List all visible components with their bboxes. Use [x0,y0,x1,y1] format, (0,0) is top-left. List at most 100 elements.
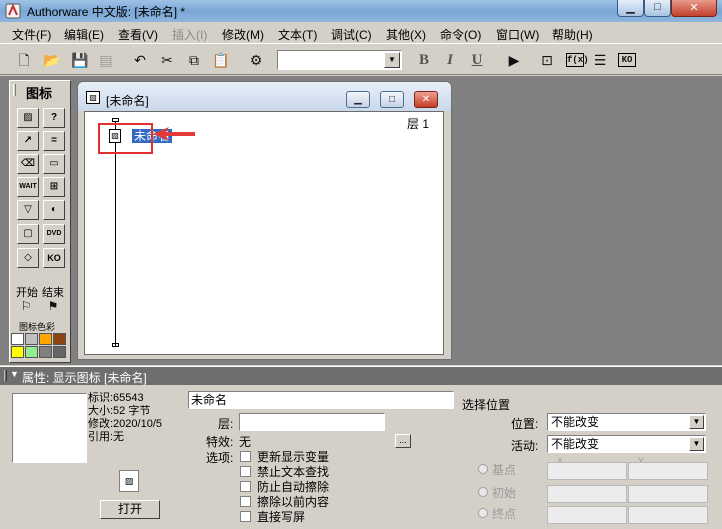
base-x-field[interactable] [547,462,627,480]
end-x-field[interactable] [547,506,627,524]
info-id: 标识:65543 [88,392,144,404]
decision-tool-icon[interactable]: ▽ [17,200,39,220]
flowline [115,122,116,346]
layer-field-label: 层: [218,417,234,431]
window-title: Authorware 中文版: [未命名] * [27,5,186,19]
menu-file[interactable]: 文件(F) [12,26,51,43]
end-flag-icon[interactable]: ⚑ [43,296,63,316]
highlight-box [98,123,153,154]
find-icon[interactable]: ⚙ [246,50,266,70]
base-y-field[interactable] [628,462,708,480]
design-close-button[interactable]: ✕ [414,91,438,108]
grip-icon[interactable] [13,84,16,96]
map-tool-icon[interactable]: ▢ [17,224,39,244]
design-window-titlebar[interactable]: ▨ [未命名] ▁ □ ✕ [78,82,451,111]
option-checkbox[interactable] [240,496,251,507]
design-minimize-button[interactable]: ▁ [346,91,370,108]
maximize-button[interactable]: □ [644,0,671,17]
variables-icon[interactable]: ☰ [590,50,610,70]
menu-window[interactable]: 窗口(W) [496,26,539,43]
color-swatch[interactable] [53,333,66,345]
menu-help[interactable]: 帮助(H) [552,26,593,43]
end-radio[interactable] [478,508,488,518]
motion-tool-icon[interactable]: ↗ [17,131,39,151]
effect-browse-button[interactable]: ... [395,434,411,448]
start-flag-icon[interactable]: ⚐ [16,296,36,316]
underline-button[interactable]: U [467,50,487,70]
menu-text[interactable]: 文本(T) [278,26,317,43]
run-icon[interactable]: ▶ [504,50,524,70]
position-select[interactable]: 不能改变 ▼ [547,413,706,431]
color-swatch[interactable] [39,346,52,358]
open-icon[interactable]: 📂 [42,50,62,70]
properties-header[interactable]: ▼ 属性: 显示图标 [未命名] [0,367,722,385]
option-checkbox[interactable] [240,451,251,462]
knowledge-object-tool-icon[interactable]: KO [43,248,65,268]
cut-icon[interactable]: ✂ [157,50,177,70]
color-swatch[interactable] [25,346,38,358]
flowline-window-icon: ▨ [86,91,100,104]
option-checkbox[interactable] [240,481,251,492]
wait-tool-icon[interactable]: WAIT [17,177,39,197]
base-radio[interactable] [478,464,488,474]
erase-tool-icon[interactable]: ⌫ [17,154,39,174]
initial-y-field[interactable] [628,485,708,503]
menu-modify[interactable]: 修改(M) [222,26,264,43]
navigate-tool-icon[interactable]: ▭ [43,154,65,174]
chevron-down-icon[interactable]: ▼ [384,52,400,68]
close-button[interactable]: ✕ [671,0,717,17]
collapse-icon[interactable]: ▼ [10,369,19,379]
display-tool-icon[interactable]: ▨ [17,108,39,128]
bold-button[interactable]: B [414,50,434,70]
design-maximize-button[interactable]: □ [380,91,404,108]
functions-icon[interactable]: f(x) [566,53,589,67]
end-y-field[interactable] [628,506,708,524]
control-panel-icon[interactable]: ⊡ [537,50,557,70]
icon-color-label: 图标色彩 [19,322,56,332]
chevron-down-icon[interactable]: ▼ [689,415,704,429]
chevron-down-icon[interactable]: ▼ [689,437,704,451]
icon-name-field[interactable]: 未命名 [188,391,454,409]
dvd-tool-icon[interactable]: DVD [43,224,65,244]
import-icon[interactable]: ▤ [96,50,116,70]
italic-button[interactable]: I [440,50,460,70]
menu-insert[interactable]: 插入(I) [172,26,207,43]
initial-x-field[interactable] [547,485,627,503]
close-icon: ✕ [689,2,699,14]
flowline-end-marker [112,343,119,347]
menu-other[interactable]: 其他(X) [386,26,426,43]
undo-icon[interactable]: ↶ [130,50,150,70]
minimize-button[interactable]: ▁ [617,0,644,17]
grip-icon[interactable] [4,370,7,381]
framework-tool-icon[interactable]: ⊞ [43,177,65,197]
option-checkbox[interactable] [240,466,251,477]
interaction-tool-icon[interactable]: ? [43,108,65,128]
movie-tool-icon[interactable]: ◐ [43,200,65,220]
color-swatch[interactable] [53,346,66,358]
paste-icon[interactable]: 📋 [211,50,231,70]
color-swatch[interactable] [39,333,52,345]
menu-edit[interactable]: 编辑(E) [64,26,104,43]
position-value: 不能改变 [551,415,600,429]
open-button[interactable]: 打开 [100,500,160,519]
color-swatch[interactable] [11,333,24,345]
font-select[interactable]: ▼ [277,50,402,70]
color-swatch[interactable] [25,333,38,345]
sound-tool-icon[interactable]: ◇ [17,248,39,268]
menu-view[interactable]: 查看(V) [118,26,158,43]
active-select[interactable]: 不能改变 ▼ [547,435,706,453]
knowledge-objects-icon[interactable]: KO [618,53,636,67]
flowline-canvas[interactable]: ▨ 未命名 层 1 [84,111,444,355]
calculation-tool-icon[interactable]: = [43,131,65,151]
base-label: 基点 [492,463,517,477]
layer-field[interactable] [239,413,385,431]
copy-icon[interactable]: ⧉ [184,50,204,70]
layer-label: 层 1 [406,117,429,131]
menu-commands[interactable]: 命令(O) [440,26,481,43]
option-checkbox[interactable] [240,511,251,522]
menu-debug[interactable]: 调试(C) [331,26,372,43]
color-swatch[interactable] [11,346,24,358]
new-icon[interactable]: 🗋 [14,50,34,70]
save-all-icon[interactable]: 💾 [70,50,90,70]
initial-radio[interactable] [478,487,488,497]
